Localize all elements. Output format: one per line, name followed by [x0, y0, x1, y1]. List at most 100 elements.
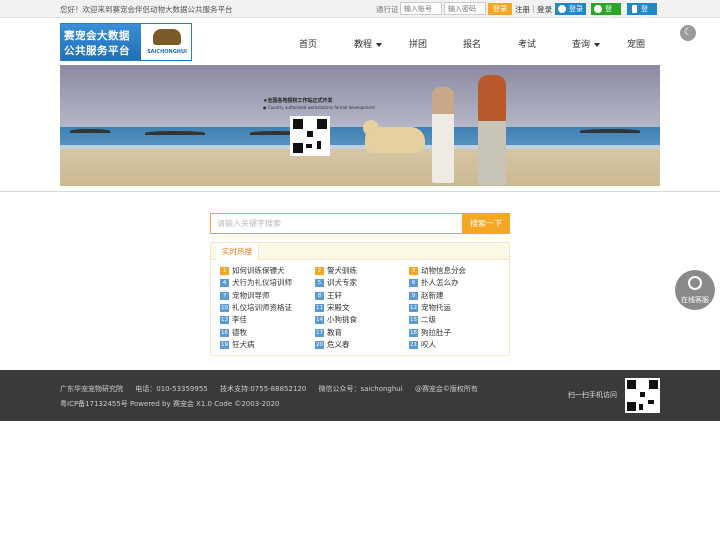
hot-search-label: 二级 [421, 315, 436, 325]
hot-search-item[interactable]: 8 王轩 [315, 290, 342, 301]
rank-badge: 12 [409, 303, 418, 312]
rock-shape [580, 129, 640, 133]
rank-badge: 21 [409, 340, 418, 349]
password-input[interactable] [444, 2, 486, 15]
search-input[interactable]: 请输入关键字搜索 [210, 213, 463, 234]
hot-search-item[interactable]: 13 李佳 [220, 314, 247, 325]
rank-badge: 6 [409, 279, 418, 288]
mobile-icon [632, 5, 637, 13]
theme-toggle-icon[interactable]: ☾ [680, 25, 696, 41]
nav-signup-label: 报名 [463, 40, 482, 50]
hot-search-label: 犬行为礼仪培训师 [232, 278, 292, 288]
footer-phone: 电话：010-53359955 [135, 385, 208, 393]
hot-search-label: 赵新建 [421, 290, 444, 300]
mobile-login-button[interactable]: 登录 [627, 3, 657, 25]
hot-search-header: 实时热搜 [211, 243, 509, 260]
person-shape [432, 87, 454, 183]
site-logo[interactable]: 赛宠会大数据 公共服务平台 SAICHONGHUI [60, 23, 192, 61]
hot-search-item[interactable]: 14 小狗挑食 [315, 314, 357, 325]
footer-icp[interactable]: 粤ICP备17132455号 Powered by 赛宠会 X1.0 Code … [60, 399, 280, 409]
footer-scan-text: 扫一扫手机访问 [568, 391, 617, 399]
chevron-down-icon [376, 42, 383, 47]
online-service-label: 在线客服 [681, 296, 709, 304]
qq-login-label: 登录 [569, 5, 583, 13]
nav-signup[interactable]: 报名 [463, 37, 481, 50]
nav-home[interactable]: 首页 [299, 37, 317, 50]
footer-org: 广东华宠宠物研究院 [60, 385, 123, 393]
hot-search-item[interactable]: 16 德牧 [220, 327, 247, 338]
hero-banner[interactable]: ★全国各地授权工作站正式开发 ● Country authorized work… [60, 65, 660, 186]
hot-search-label: 宠物训导师 [232, 290, 270, 300]
emblem-text: SAICHONGHUI [147, 49, 187, 55]
hot-search-item[interactable]: 2 警犬驯练 [315, 265, 357, 276]
nav-exam-label: 考试 [518, 40, 537, 50]
nav-exam[interactable]: 考试 [518, 37, 536, 50]
rank-badge: 20 [315, 340, 324, 349]
footer-qr-code [625, 378, 660, 413]
hot-search-label: 德牧 [232, 327, 247, 337]
hot-search-item[interactable]: 15 二级 [409, 314, 436, 325]
account-input[interactable] [400, 2, 442, 15]
wechat-login-button[interactable]: 登录 [591, 3, 621, 25]
hot-search-label: 王轩 [327, 290, 342, 300]
nav-group-buy[interactable]: 拼团 [409, 37, 427, 50]
online-service-button[interactable]: 在线客服 [675, 270, 715, 310]
hot-search-item[interactable]: 10 礼仪培训师资格证 [220, 302, 292, 313]
hot-search-item[interactable]: 7 宠物训导师 [220, 290, 270, 301]
hot-search-item[interactable]: 1 如何训练保镖犬 [220, 265, 285, 276]
rank-badge: 2 [315, 267, 324, 275]
rank-badge: 1 [220, 267, 229, 275]
banner-qr-code [290, 116, 330, 156]
hot-search-item[interactable]: 18 狗拉肚子 [409, 327, 451, 338]
logo-line2: 公共服务平台 [64, 45, 130, 57]
hot-search-item[interactable]: 5 训犬专家 [315, 277, 357, 288]
hot-search-label: 狂犬病 [232, 339, 255, 349]
hot-search-label: 狗拉肚子 [421, 327, 451, 337]
hot-search-item[interactable]: 11 宋殿文 [315, 302, 350, 313]
login-link[interactable]: 登录 [537, 4, 552, 15]
dog-emblem-icon [153, 29, 181, 45]
register-link[interactable]: 注册 [515, 4, 530, 15]
nav-tutorial[interactable]: 教程 [354, 37, 383, 50]
nav-pet-circle-label: 宠圈 [627, 40, 646, 50]
top-bar: 您好！欢迎来到赛宠会伴侣动物大数据公共服务平台 通行证 登录 注册 | 登录 登… [0, 0, 720, 25]
hot-search-label: 宋殿文 [327, 302, 350, 312]
login-button[interactable]: 登录 [488, 3, 512, 15]
qq-icon [558, 5, 566, 13]
hot-search-item[interactable]: 20 危义春 [315, 339, 350, 350]
hot-search-item[interactable]: 4 犬行为礼仪培训师 [220, 277, 292, 288]
nav-query[interactable]: 查询 [572, 37, 601, 50]
hot-search-panel: 实时热搜 1 如何训练保镖犬 2 警犬驯练 3 动物信息分会 4 犬行为礼仪培训师 5 训犬专家 6… [210, 242, 510, 356]
footer-info-line: 广东华宠宠物研究院 电话：010-53359955 技术支持:0755-8885… [60, 384, 488, 394]
section-divider [0, 191, 720, 192]
hot-search-label: 训犬专家 [327, 278, 357, 288]
hot-search-item[interactable]: 6 扑人怎么办 [409, 277, 459, 288]
rank-badge: 4 [220, 279, 229, 288]
logo-line1: 赛宠会大数据 [64, 30, 130, 42]
hot-search-label: 礼仪培训师资格证 [232, 302, 292, 312]
hot-search-item[interactable]: 12 宠物托运 [409, 302, 451, 313]
search-button[interactable]: 搜索一下 [462, 213, 510, 234]
rank-badge: 17 [315, 328, 324, 337]
hot-search-label: 李佳 [232, 315, 247, 325]
hot-search-item[interactable]: 9 赵新建 [409, 290, 444, 301]
tab-hot-search[interactable]: 实时热搜 [216, 243, 259, 260]
hot-search-label: 危义春 [327, 339, 350, 349]
logo-emblem: SAICHONGHUI [143, 26, 191, 58]
nav-pet-circle[interactable]: 宠圈 [627, 37, 645, 50]
rank-badge: 8 [315, 291, 324, 300]
hot-search-label: 咬人 [421, 339, 436, 349]
hot-search-label: 警犬驯练 [327, 266, 357, 275]
hot-search-label: 扑人怎么办 [421, 278, 459, 288]
headset-icon [688, 276, 702, 290]
hot-search-item[interactable]: 17 教育 [315, 327, 342, 338]
hot-search-item[interactable]: 3 动物信息分会 [409, 265, 466, 276]
hot-search-item[interactable]: 19 狂犬病 [220, 339, 255, 350]
rank-badge: 18 [409, 328, 418, 337]
nav-group-buy-label: 拼团 [409, 40, 428, 50]
hot-search-item[interactable]: 21 咬人 [409, 339, 436, 350]
rock-shape [145, 131, 205, 135]
banner-headline: ★全国各地授权工作站正式开发 [263, 98, 333, 104]
chevron-down-icon [594, 42, 601, 47]
qq-login-button[interactable]: 登录 [555, 3, 586, 15]
